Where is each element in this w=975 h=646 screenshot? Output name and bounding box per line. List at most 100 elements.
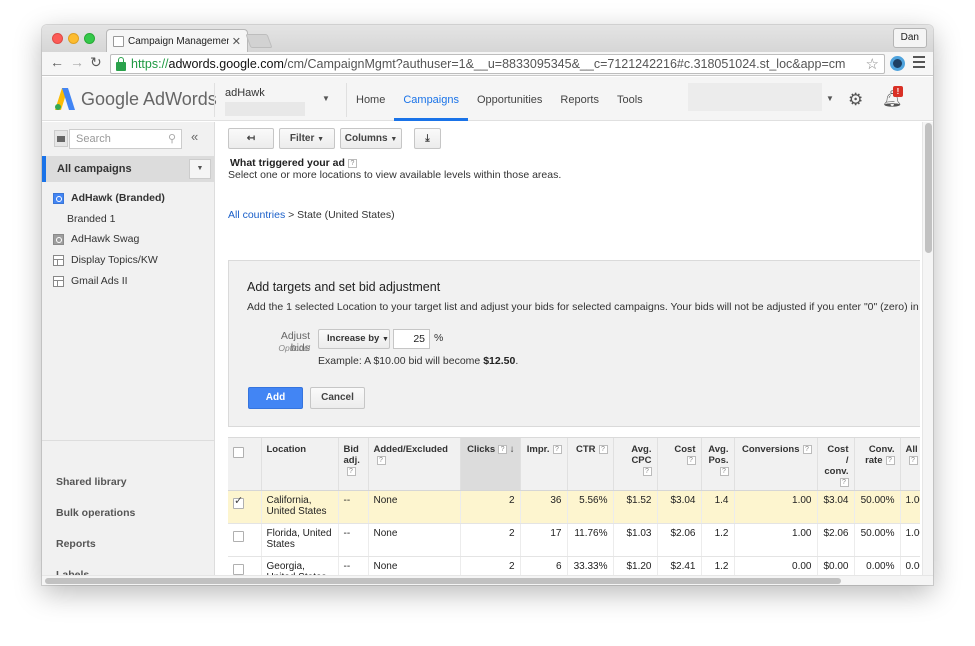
reload-icon[interactable]: ↻ [90,54,102,71]
table-row[interactable]: California, United States--None2365.56%$… [228,490,920,524]
cell-bid-adj: -- [338,523,369,557]
sidebar-reports[interactable]: Reports [56,538,96,550]
account-selector[interactable]: adHawk [214,83,334,117]
nav-opportunities[interactable]: Opportunities [468,83,551,121]
bookmark-star-icon[interactable]: ☆ [866,55,879,73]
cell-location: Georgia, United States [261,556,339,575]
add-button[interactable]: Add [248,387,303,409]
browser-window: Campaign Management – G ✕ Dan ← → ↻ http… [42,25,933,585]
bid-adjustment-input[interactable]: 25 [393,329,430,349]
help-icon: ? [346,466,356,476]
sidebar-shared-library[interactable]: Shared library [56,476,127,488]
tab-title: Campaign Management – G [128,35,229,47]
breadcrumb-current: State (United States) [297,209,395,221]
tab-close-icon[interactable]: ✕ [232,35,241,48]
cell-cost: $2.41 [657,556,702,575]
cell-all-conv: 1.00 [900,490,920,524]
address-bar[interactable]: https://adwords.google.com/cm/CampaignMg… [110,54,885,74]
sidebar-campaign-gmail-ads[interactable]: Gmail Ads II [53,273,128,289]
sidebar-bulk-operations[interactable]: Bulk operations [56,507,135,519]
download-button[interactable]: ⤓ [414,128,441,149]
help-icon: ? [642,466,652,476]
percent-label: % [434,332,444,344]
close-window-button[interactable] [52,33,63,44]
back-button[interactable]: ↤ [228,128,274,149]
help-icon[interactable]: ? [347,158,357,168]
nav-campaigns[interactable]: Campaigns [394,83,468,121]
col-cost[interactable]: Cost? [657,438,702,491]
col-added-excluded[interactable]: Added/Excluded? [368,438,461,491]
sidebar-campaign-adhawk-branded[interactable]: AdHawk (Branded) [53,190,165,206]
cell-pos: 1.4 [701,490,735,524]
col-location[interactable]: Location [261,438,339,491]
col-conversions[interactable]: Conversions? [734,438,818,491]
vertical-scroll-thumb[interactable] [925,123,932,253]
nav-home[interactable]: Home [347,83,394,121]
back-arrow-icon[interactable]: ← [50,54,64,70]
horizontal-scroll-thumb[interactable] [45,578,841,584]
columns-button[interactable]: Columns ▼ [340,128,402,149]
notification-badge: ! [893,86,903,97]
new-tab-button[interactable] [245,34,273,48]
col-avg-pos[interactable]: Avg. Pos.? [701,438,735,491]
col-impressions[interactable]: Impr.? [520,438,568,491]
cancel-button[interactable]: Cancel [310,387,365,409]
bid-direction-select[interactable]: Increase by ▼ [318,329,390,349]
sidebar-campaign-display-topics[interactable]: Display Topics/KW [53,252,158,268]
col-clicks[interactable]: Clicks? ↓ [460,438,521,491]
folder-icon[interactable] [54,130,68,147]
help-icon: ? [376,455,386,465]
col-ctr[interactable]: CTR? [567,438,614,491]
sidebar-campaign-adhawk-swag[interactable]: AdHawk Swag [53,231,139,247]
gear-icon[interactable]: ⚙ [848,90,863,110]
row-checkbox[interactable] [233,496,244,509]
table-row[interactable]: Georgia, United States--None2633.33%$1.2… [228,556,920,575]
profile-button[interactable]: Dan [892,28,927,48]
customer-caret-icon[interactable]: ▼ [826,94,834,103]
cell-location: California, United States [261,490,339,524]
tab-strip: Campaign Management – G ✕ Dan [42,25,933,52]
row-checkbox[interactable] [233,530,244,542]
minimize-window-button[interactable] [68,33,79,44]
cell-conv: 1.00 [734,523,818,557]
campaign-search-input[interactable]: Search ⚲ [69,129,182,149]
menu-icon[interactable] [913,56,925,71]
cell-ctr: 11.76% [567,523,614,557]
cell-conv: 0.00 [734,556,818,575]
col-conv-rate[interactable]: Conv. rate? [854,438,901,491]
optional-label: Optional [278,343,310,353]
col-bid-adj[interactable]: Bid adj.? [338,438,369,491]
locations-table: Location Bid adj.? Added/Excluded? Click… [228,437,920,575]
select-all-checkbox[interactable] [233,447,244,458]
breadcrumb-all-countries[interactable]: All countries [228,209,285,221]
sidebar-adgroup-branded-1[interactable]: Branded 1 [67,211,115,227]
help-icon: ? [598,444,608,454]
extension-icon[interactable] [890,56,905,71]
filter-button[interactable]: Filter ▼ [279,128,335,149]
sidebar-divider [42,440,214,441]
sidebar-item-all-campaigns[interactable]: All campaigns ▼ [42,156,214,182]
forward-arrow-icon[interactable]: → [70,54,84,70]
col-avg-cpc[interactable]: Avg. CPC? [613,438,658,491]
col-all-conv[interactable]: All conv.? [900,438,920,491]
collapse-sidebar-icon[interactable]: « [191,129,198,144]
vertical-scrollbar[interactable] [922,122,933,575]
main-nav: Home Campaigns Opportunities Reports Too… [346,83,652,121]
all-campaigns-dropdown[interactable]: ▼ [189,159,211,179]
cell-cpc: $1.52 [613,490,658,524]
main-content: ↤ Filter ▼ Columns ▼ ⤓ What triggered yo… [216,122,920,575]
col-cost-per-conv[interactable]: Cost / conv.? [817,438,855,491]
cell-impr: 6 [520,556,568,575]
horizontal-scrollbar[interactable] [42,575,933,585]
cell-clicks: 2 [460,523,521,557]
maximize-window-button[interactable] [84,33,95,44]
account-id-redacted [225,102,305,116]
cell-pos: 1.2 [701,523,735,557]
account-caret-icon[interactable]: ▼ [322,94,330,103]
browser-tab[interactable]: Campaign Management – G ✕ [106,29,248,52]
help-icon: ? [719,466,729,476]
nav-reports[interactable]: Reports [551,83,608,121]
row-checkbox[interactable] [233,563,244,575]
nav-tools[interactable]: Tools [608,83,652,121]
table-row[interactable]: Florida, United States -- None 2 17 11.76% $1.… [228,523,920,557]
